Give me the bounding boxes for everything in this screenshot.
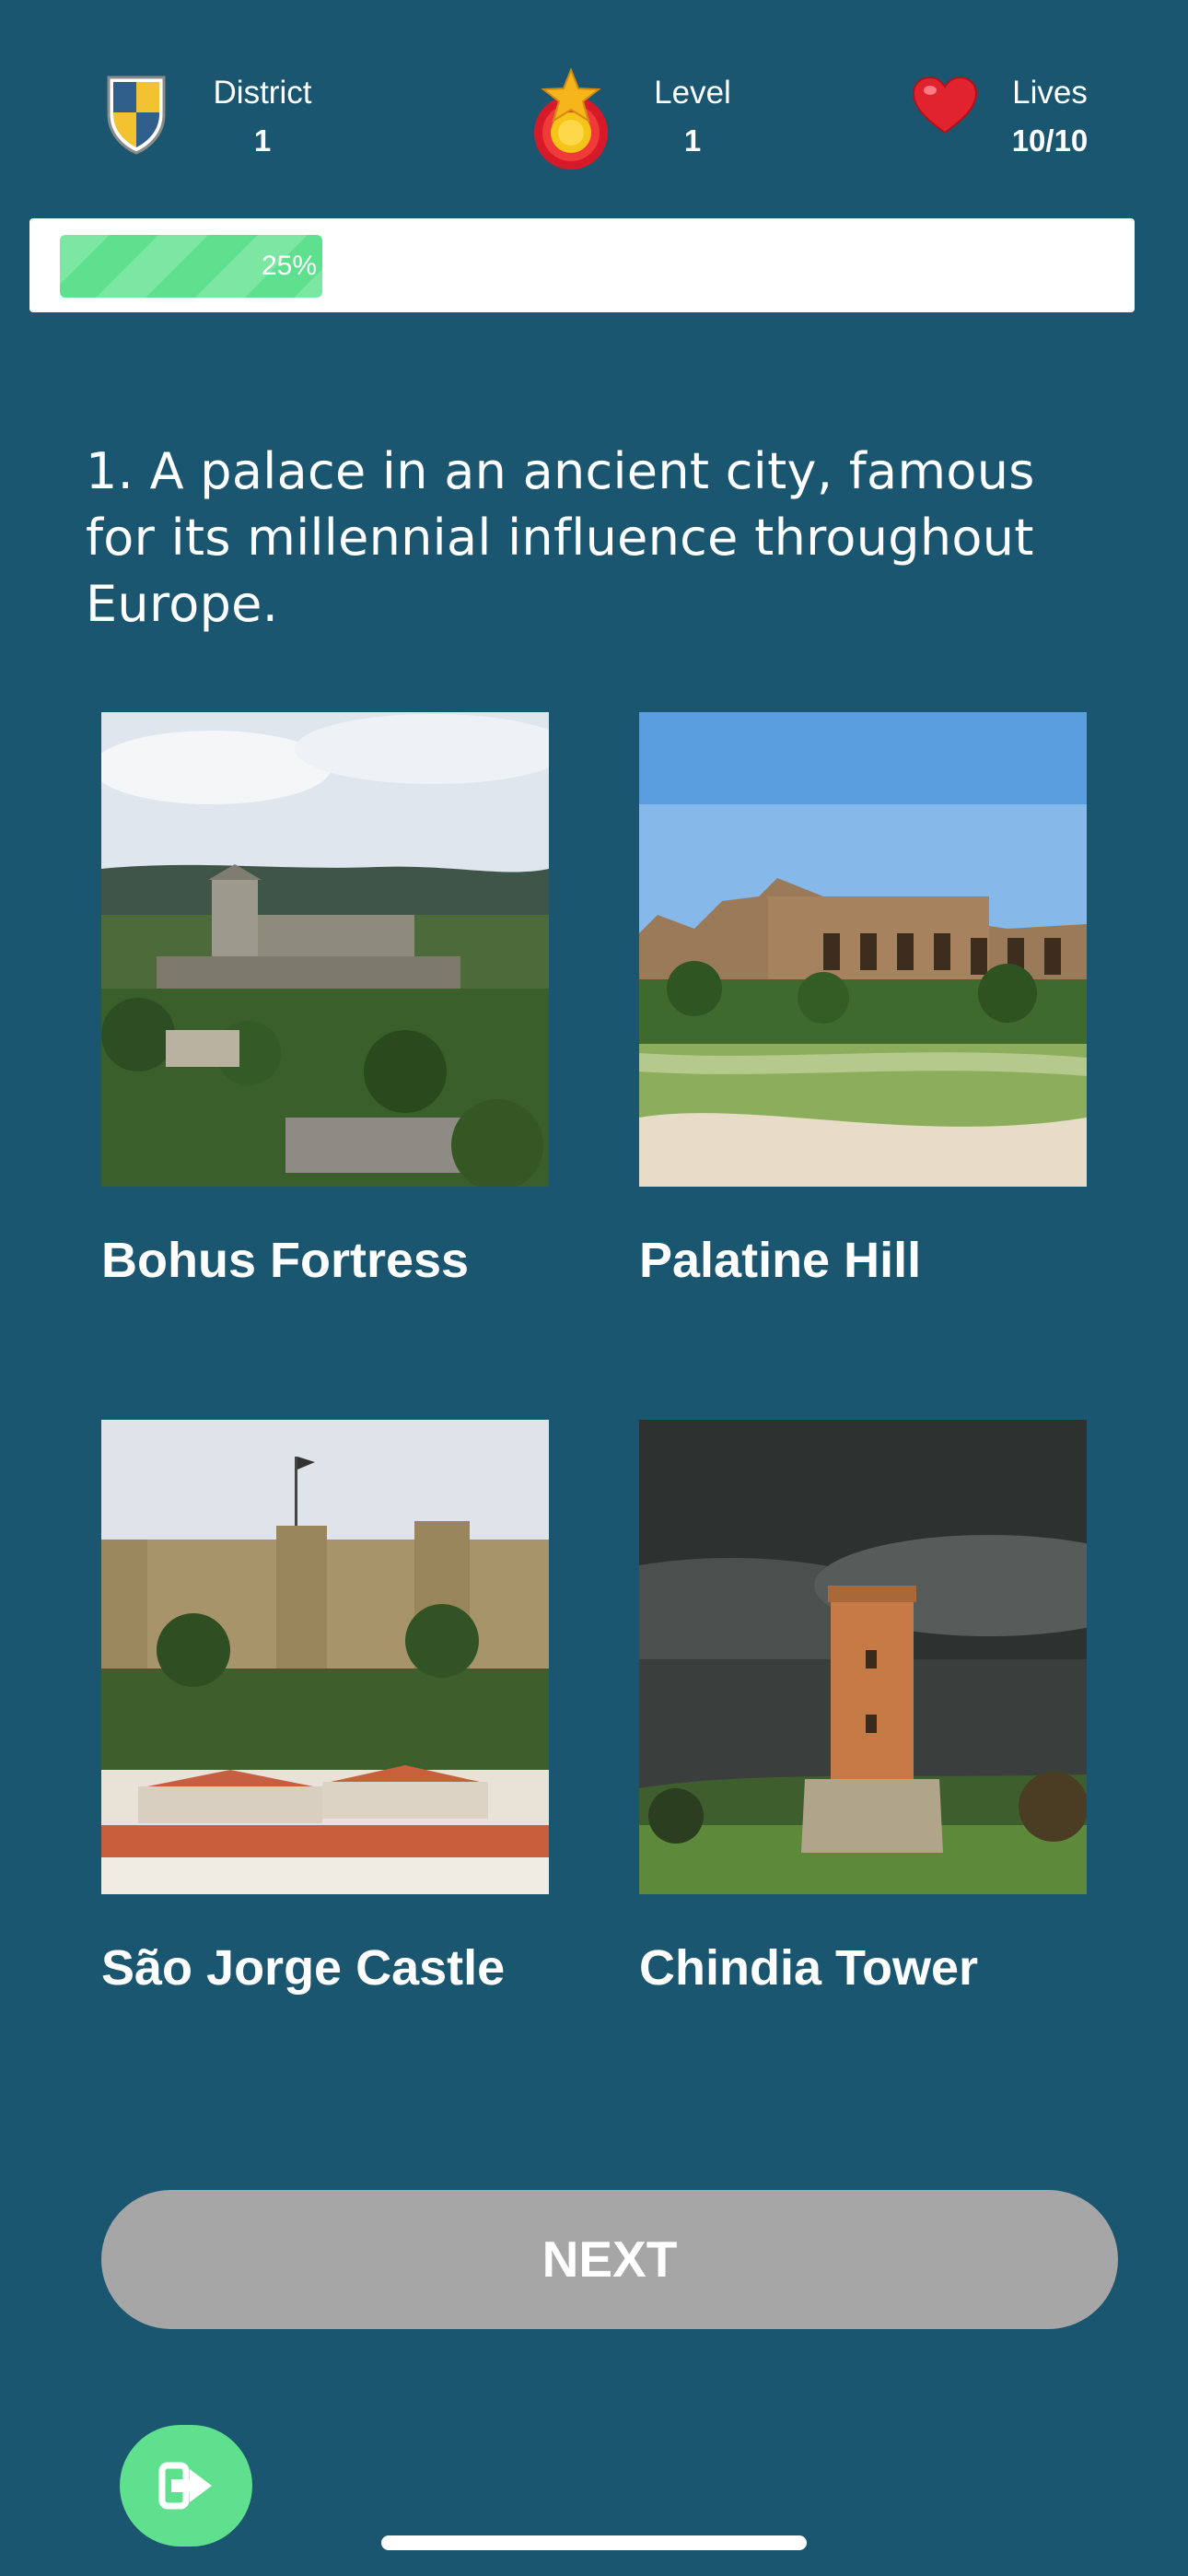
district-stat: District 1 xyxy=(103,64,333,175)
level-stat: Level 1 xyxy=(527,64,785,175)
level-value: 1 xyxy=(683,123,702,158)
level-label: Level xyxy=(654,75,731,111)
answer-option-2[interactable]: Palatine Hill xyxy=(639,712,1087,1288)
progress-fill: 25% xyxy=(60,235,322,298)
fortress-photo[interactable] xyxy=(101,712,549,1187)
answer-option-1-label[interactable]: Bohus Fortress xyxy=(101,1228,617,1293)
exit-icon xyxy=(158,2462,212,2510)
answer-option-3-label[interactable]: São Jorge Castle xyxy=(101,1936,617,2000)
home-indicator xyxy=(381,2535,807,2550)
district-value: 1 xyxy=(253,123,272,158)
exit-button[interactable] xyxy=(120,2425,252,2547)
lives-label: Lives xyxy=(1012,75,1088,111)
heart-icon xyxy=(912,76,978,140)
progress-bar: 25% xyxy=(29,218,1135,312)
question-text: 1. A palace in an ancient city, famous f… xyxy=(86,442,1035,633)
district-text: District 1 xyxy=(193,72,332,162)
answer-option-3[interactable]: São Jorge Castle xyxy=(101,1420,549,1996)
answer-option-1[interactable]: Bohus Fortress xyxy=(101,712,549,1288)
shield-icon xyxy=(103,72,169,160)
castle-walls-photo[interactable] xyxy=(101,1420,549,1894)
lives-value: 10/10 xyxy=(1011,123,1089,158)
answer-option-4[interactable]: Chindia Tower xyxy=(639,1420,1087,1996)
progress-label: 25% xyxy=(261,251,317,281)
lives-text: Lives 10/10 xyxy=(985,72,1114,162)
lives-stat: Lives 10/10 xyxy=(912,64,1142,175)
next-button[interactable]: NEXT xyxy=(101,2190,1118,2329)
brick-tower-photo[interactable] xyxy=(639,1420,1087,1894)
answer-option-4-label[interactable]: Chindia Tower xyxy=(639,1936,1155,2000)
level-text: Level 1 xyxy=(619,72,766,162)
district-label: District xyxy=(213,75,312,111)
star-medal-icon xyxy=(527,66,615,179)
roman-ruins-photo[interactable] xyxy=(639,712,1087,1187)
answer-option-2-label[interactable]: Palatine Hill xyxy=(639,1228,1155,1293)
